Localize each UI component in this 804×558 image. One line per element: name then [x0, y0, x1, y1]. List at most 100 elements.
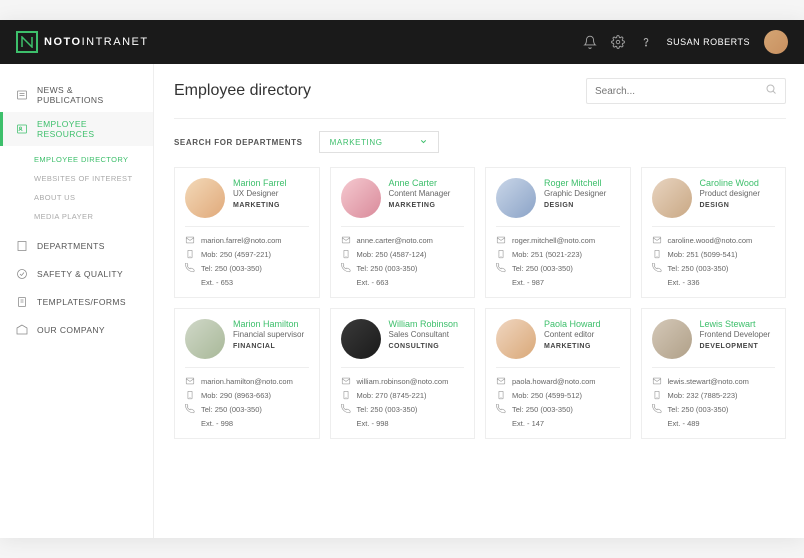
- filter-label: SEARCH FOR DEPARTMENTS: [174, 138, 303, 147]
- gear-icon[interactable]: [611, 35, 625, 49]
- employee-grid: Marion Farrel UX Designer MARKETING mari…: [174, 167, 786, 439]
- divider: [174, 118, 786, 119]
- email-value: anne.carter@noto.com: [357, 236, 433, 245]
- mobile-icon: [341, 390, 351, 400]
- subnav-websites[interactable]: WEBSITES OF INTEREST: [0, 169, 153, 188]
- employee-card[interactable]: Paola Howard Content editor MARKETING pa…: [485, 308, 631, 439]
- tel-value: Tel: 250 (003-350): [201, 264, 262, 273]
- mobile-value: Mob: 250 (4597-221): [201, 250, 271, 259]
- divider: [341, 367, 465, 368]
- tel-row: Tel: 250 (003-350): [185, 402, 309, 416]
- employee-role: Graphic Designer: [544, 189, 606, 198]
- employee-card[interactable]: Roger Mitchell Graphic Designer DESIGN r…: [485, 167, 631, 298]
- nav-label: EMPLOYEE RESOURCES: [37, 119, 141, 139]
- mobile-value: Mob: 251 (5021-223): [512, 250, 582, 259]
- nav-label: NEWS & PUBLICATIONS: [37, 85, 141, 105]
- nav-templates[interactable]: TEMPLATES/FORMS: [0, 288, 153, 316]
- user-name[interactable]: SUSAN ROBERTS: [667, 37, 750, 47]
- safety-icon: [15, 267, 29, 281]
- ext-row: Ext. - 489: [652, 416, 776, 430]
- app-header: NOTOINTRANET SUSAN ROBERTS: [0, 20, 804, 64]
- employee-dept: MARKETING: [389, 202, 451, 209]
- ext-row: Ext. - 998: [341, 416, 465, 430]
- tel-row: Tel: 250 (003-350): [652, 261, 776, 275]
- employee-avatar: [185, 178, 225, 218]
- employee-dept: MARKETING: [544, 343, 601, 350]
- email-icon: [185, 235, 195, 245]
- employee-avatar: [341, 178, 381, 218]
- main-content: Employee directory SEARCH FOR DEPARTMENT…: [154, 64, 804, 538]
- mobile-value: Mob: 250 (4599-512): [512, 391, 582, 400]
- email-icon: [496, 235, 506, 245]
- subnav-employee-directory[interactable]: EMPLOYEE DIRECTORY: [0, 150, 153, 169]
- employee-dept: DESIGN: [700, 202, 760, 209]
- divider: [652, 226, 776, 227]
- mobile-icon: [185, 249, 195, 259]
- department-select[interactable]: MARKETING: [319, 131, 439, 153]
- search-input[interactable]: [595, 86, 765, 97]
- mobile-value: Mob: 270 (8745-221): [357, 391, 427, 400]
- tel-row: Tel: 250 (003-350): [496, 402, 620, 416]
- employee-dept: FINANCIAL: [233, 343, 304, 350]
- email-value: caroline.wood@noto.com: [668, 236, 753, 245]
- user-avatar[interactable]: [764, 30, 788, 54]
- employee-name: Caroline Wood: [700, 178, 760, 188]
- employee-name: Marion Hamilton: [233, 319, 304, 329]
- email-value: marion.hamilton@noto.com: [201, 377, 293, 386]
- nav-safety[interactable]: SAFETY & QUALITY: [0, 260, 153, 288]
- company-icon: [15, 323, 29, 337]
- nav-label: TEMPLATES/FORMS: [37, 297, 126, 307]
- employee-avatar: [496, 178, 536, 218]
- mobile-value: Mob: 232 (7885-223): [668, 391, 738, 400]
- divider: [341, 226, 465, 227]
- nav-company[interactable]: OUR COMPANY: [0, 316, 153, 344]
- tel-row: Tel: 250 (003-350): [341, 261, 465, 275]
- mobile-value: Mob: 290 (8963-663): [201, 391, 271, 400]
- employee-card[interactable]: Lewis Stewart Frontend Developer DEVELOP…: [641, 308, 787, 439]
- employee-name: Lewis Stewart: [700, 319, 771, 329]
- email-icon: [652, 235, 662, 245]
- employee-card[interactable]: Anne Carter Content Manager MARKETING an…: [330, 167, 476, 298]
- employee-role: Financial supervisor: [233, 330, 304, 339]
- email-row: marion.hamilton@noto.com: [185, 374, 309, 388]
- nav-label: OUR COMPANY: [37, 325, 105, 335]
- ext-value: Ext. - 147: [512, 419, 544, 428]
- employee-role: Frontend Developer: [700, 330, 771, 339]
- email-value: paola.howard@noto.com: [512, 377, 596, 386]
- phone-icon: [185, 263, 195, 273]
- email-row: william.robinson@noto.com: [341, 374, 465, 388]
- chevron-down-icon: [419, 137, 428, 148]
- nav-news[interactable]: NEWS & PUBLICATIONS: [0, 78, 153, 112]
- search-box[interactable]: [586, 78, 786, 104]
- employee-avatar: [652, 319, 692, 359]
- templates-icon: [15, 295, 29, 309]
- news-icon: [15, 88, 29, 102]
- brand-logo[interactable]: NOTOINTRANET: [16, 31, 149, 53]
- mobile-icon: [496, 249, 506, 259]
- tel-row: Tel: 250 (003-350): [496, 261, 620, 275]
- employee-card[interactable]: Caroline Wood Product designer DESIGN ca…: [641, 167, 787, 298]
- ext-value: Ext. - 663: [357, 278, 389, 287]
- subnav-about[interactable]: ABOUT US: [0, 188, 153, 207]
- mobile-value: Mob: 250 (4587-124): [357, 250, 427, 259]
- nav-departments[interactable]: DEPARTMENTS: [0, 232, 153, 260]
- ext-value: Ext. - 653: [201, 278, 233, 287]
- brand-text: NOTOINTRANET: [44, 36, 149, 48]
- divider: [496, 226, 620, 227]
- nav-employee-resources[interactable]: EMPLOYEE RESOURCES: [0, 112, 153, 146]
- phone-icon: [185, 404, 195, 414]
- mobile-icon: [496, 390, 506, 400]
- page-title: Employee directory: [174, 82, 311, 100]
- employee-card[interactable]: Marion Farrel UX Designer MARKETING mari…: [174, 167, 320, 298]
- email-value: lewis.stewart@noto.com: [668, 377, 749, 386]
- employee-avatar: [341, 319, 381, 359]
- email-value: roger.mitchell@noto.com: [512, 236, 595, 245]
- employee-card[interactable]: Marion Hamilton Financial supervisor FIN…: [174, 308, 320, 439]
- email-row: lewis.stewart@noto.com: [652, 374, 776, 388]
- employee-role: Content Manager: [389, 189, 451, 198]
- bell-icon[interactable]: [583, 35, 597, 49]
- subnav-media[interactable]: MEDIA PLAYER: [0, 207, 153, 226]
- employee-card[interactable]: William Robinson Sales Consultant CONSUL…: [330, 308, 476, 439]
- help-icon[interactable]: [639, 35, 653, 49]
- email-row: anne.carter@noto.com: [341, 233, 465, 247]
